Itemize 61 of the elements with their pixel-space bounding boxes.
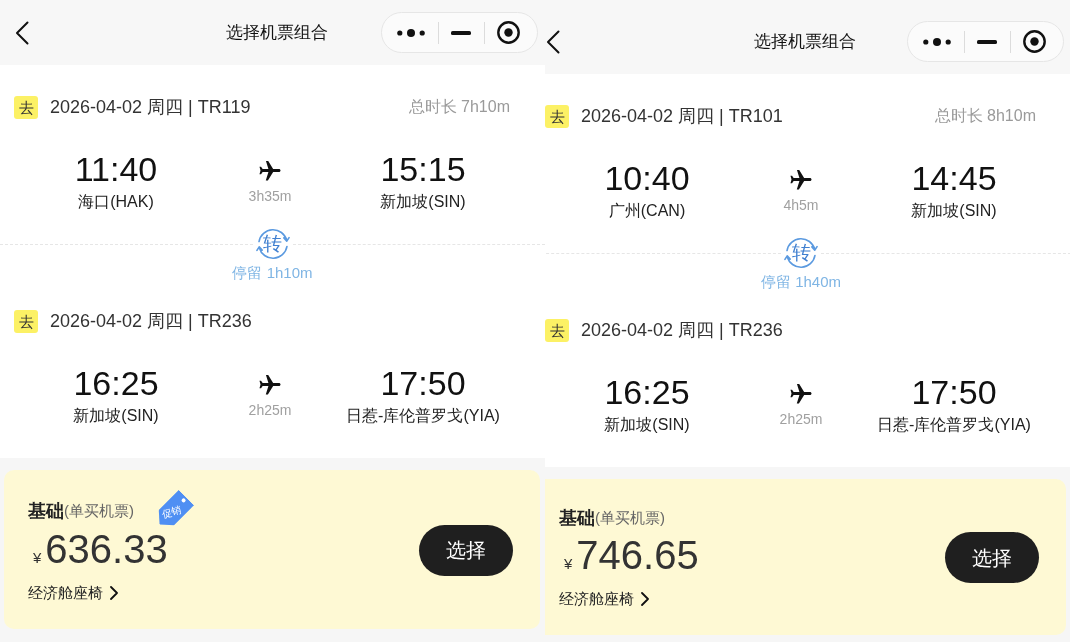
transfer-badge: 转 [255,227,290,261]
airplane-icon [259,375,281,395]
flight-duration: 2h25m [779,410,823,428]
departure-time: 11:40 [74,150,158,188]
minus-icon[interactable] [451,30,471,35]
cabin-link[interactable]: 经济舱座椅 [28,582,118,605]
departure-time: 10:40 [604,159,690,197]
airplane-icon [259,161,281,181]
currency-symbol: ¥ [564,554,573,574]
fare-name: 基础 [28,499,64,523]
fare-note: (单买机票) [595,508,665,529]
direction-tag: 去 [545,318,569,342]
fare-price: 746.65 [576,534,699,576]
page-title: 选择机票组合 [754,30,856,53]
arrival-time: 15:15 [380,150,466,188]
minus-icon[interactable] [977,39,997,44]
layover-duration: 停留 1h10m [232,263,313,283]
arrival-airport: 日惹-库伦普罗戈(YIA) [346,406,500,426]
page-title: 选择机票组合 [225,21,328,44]
ring-dot-icon[interactable] [497,21,520,44]
back-icon[interactable] [546,29,560,54]
flight-info: 2026-04-02 周四 | TR101 [581,104,783,128]
layover-duration: 停留 1h40m [760,272,841,292]
fare-note: (单买机票) [64,500,134,521]
arrival-airport: 日惹-库伦普罗戈(YIA) [877,415,1031,435]
chevron-right-icon [641,592,649,607]
ring-dot-icon[interactable] [1023,30,1046,53]
arrival-airport: 新加坡(SIN) [380,192,466,212]
cabin-link[interactable]: 经济舱座椅 [559,588,649,611]
select-button[interactable]: 选择 [419,524,513,576]
currency-symbol: ¥ [33,548,42,568]
chevron-right-icon [110,586,118,601]
total-duration: 总时长 7h10m [408,97,510,117]
flight-info: 2026-04-02 周四 | TR119 [50,95,251,119]
airplane-icon [790,170,812,190]
flight-info: 2026-04-02 周四 | TR236 [50,309,252,333]
departure-airport: 广州(CAN) [608,201,686,221]
direction-tag: 去 [14,95,38,119]
more-icon[interactable] [923,37,951,46]
departure-airport: 海口(HAK) [78,192,154,212]
arrival-time: 14:45 [911,159,997,197]
transfer-badge: 转 [784,236,818,270]
departure-time: 16:25 [604,373,690,411]
select-button[interactable]: 选择 [945,532,1039,584]
flight-duration: 2h25m [248,401,292,419]
more-icon[interactable] [397,28,425,37]
flight-duration: 3h35m [248,187,292,205]
departure-airport: 新加坡(SIN) [73,406,159,426]
arrival-time: 17:50 [380,364,466,402]
back-icon[interactable] [15,20,29,45]
departure-time: 16:25 [73,364,159,402]
fare-name: 基础 [559,507,595,530]
direction-tag: 去 [14,309,38,333]
departure-airport: 新加坡(SIN) [604,415,690,435]
flight-info: 2026-04-02 周四 | TR236 [581,318,783,342]
arrival-airport: 新加坡(SIN) [911,201,997,221]
flight-duration: 4h5m [783,196,819,214]
airplane-icon [790,384,812,404]
total-duration: 总时长 8h10m [934,106,1036,126]
direction-tag: 去 [545,104,569,128]
arrival-time: 17:50 [911,373,997,411]
